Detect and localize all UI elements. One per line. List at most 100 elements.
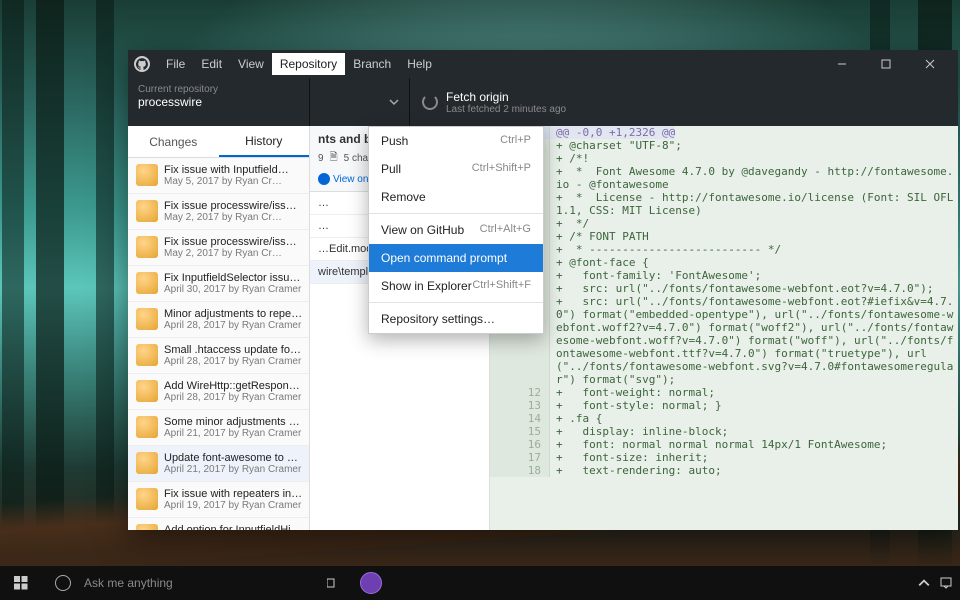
tab-history[interactable]: History <box>219 126 310 157</box>
repo-selector[interactable]: Current repository processwire <box>128 78 310 126</box>
diff-view[interactable]: @@ -0,0 +1,2326 @@1@charset "UTF-8";2/*!… <box>490 126 958 530</box>
repo-selector-label: Current repository <box>138 84 299 95</box>
diff-line: 13 font-style: normal; } <box>490 399 958 412</box>
commit-row[interactable]: Update font-awesome to 4.7 per pr…April … <box>128 446 309 482</box>
menu-item-repository-settings-[interactable]: Repository settings… <box>369 305 543 333</box>
left-column: Changes History Fix issue with Inputfiel… <box>128 126 310 530</box>
menu-item-label: Pull <box>381 162 401 176</box>
commit-meta: April 28, 2017 by Ryan Cramer <box>164 356 304 367</box>
taskbar-apps <box>356 569 386 597</box>
menu-item-view-on-github[interactable]: View on GitHub Ctrl+Alt+G <box>369 216 543 244</box>
menu-edit[interactable]: Edit <box>193 53 230 75</box>
toolbar: Current repository processwire Fetch ori… <box>128 78 958 126</box>
avatar <box>136 308 158 330</box>
cortana-button[interactable] <box>42 566 84 600</box>
diff-line: 4 * License - http://fontawesome.io/lice… <box>490 191 958 217</box>
menu-item-label: Repository settings… <box>381 312 495 326</box>
diff-line: 9 font-family: 'FontAwesome'; <box>490 269 958 282</box>
commit-row[interactable]: Add WireHttp::getResponseHeader…April 28… <box>128 374 309 410</box>
menu-branch[interactable]: Branch <box>345 53 399 75</box>
commit-title: Fix issue processwire/iss… <box>164 200 297 212</box>
taskbar-app-github-desktop[interactable] <box>357 569 385 597</box>
menu-help[interactable]: Help <box>399 53 440 75</box>
start-button[interactable] <box>0 566 42 600</box>
menu-item-show-in-explorer[interactable]: Show in ExplorerCtrl+Shift+F <box>369 272 543 300</box>
tabs: Changes History <box>128 126 309 158</box>
menu-item-label: Show in Explorer <box>381 279 472 293</box>
commit-row[interactable]: Fix issue processwire/iss…May 2, 2017 by… <box>128 230 309 266</box>
menu-repository[interactable]: Repository <box>272 53 345 75</box>
commit-row[interactable]: Small .htaccess update for HTTPS re…Apri… <box>128 338 309 374</box>
maximize-button[interactable] <box>864 50 908 78</box>
commit-sha-fragment: 9 <box>318 153 324 164</box>
diff-line: 18 text-rendering: auto; <box>490 464 958 477</box>
menu-item-push[interactable]: Push Ctrl+P <box>369 127 543 155</box>
diff-line: 7 * -------------------------- */ <box>490 243 958 256</box>
avatar <box>136 272 158 294</box>
menu-item-pull[interactable]: PullCtrl+Shift+P <box>369 155 543 183</box>
window-controls <box>820 50 952 78</box>
cortana-icon <box>55 575 71 591</box>
menu-item-open-command-prompt[interactable]: Open command prompt <box>369 244 543 272</box>
menu-item-label: View on GitHub <box>381 223 464 237</box>
commit-title: Add option for InputfieldHidden to … <box>164 524 304 530</box>
menu-view[interactable]: View <box>230 53 272 75</box>
diff-line: 6/* FONT PATH <box>490 230 958 243</box>
menu-item-remove[interactable]: Remove <box>369 183 543 211</box>
titlebar[interactable]: FileEditViewRepositoryBranchHelp <box>128 50 958 78</box>
tray-chevron-icon[interactable] <box>918 577 930 589</box>
diff-line: 14.fa { <box>490 412 958 425</box>
windows-icon <box>14 576 28 590</box>
commit-title: Fix InputfieldSelector issue identifie… <box>164 272 304 284</box>
diff-line: 8@font-face { <box>490 256 958 269</box>
commit-title: Small .htaccess update for HTTPS re… <box>164 344 304 356</box>
sync-icon <box>422 94 438 110</box>
diff-line: 16 font: normal normal normal 14px/1 Fon… <box>490 438 958 451</box>
menubar: FileEditViewRepositoryBranchHelp <box>158 53 440 75</box>
commit-row[interactable]: Some minor adjustments and bump…April 21… <box>128 410 309 446</box>
taskbar-search[interactable]: Ask me anything <box>84 566 314 600</box>
menu-item-shortcut: Ctrl+P <box>500 134 531 148</box>
commit-row[interactable]: Fix issue with Inputfield…May 5, 2017 by… <box>128 158 309 194</box>
commit-row[interactable]: Fix InputfieldSelector issue identifie…A… <box>128 266 309 302</box>
taskbar-search-placeholder: Ask me anything <box>84 576 173 590</box>
avatar <box>136 488 158 510</box>
github-logo-icon <box>134 56 150 72</box>
diff-line: 1@charset "UTF-8"; <box>490 139 958 152</box>
repository-menu: Push Ctrl+P PullCtrl+Shift+PRemove View on … <box>368 126 544 334</box>
avatar <box>136 236 158 258</box>
avatar <box>136 380 158 402</box>
menu-item-shortcut: Ctrl+Shift+F <box>472 279 531 293</box>
commit-list[interactable]: Fix issue with Inputfield…May 5, 2017 by… <box>128 158 309 530</box>
diff-line: 5 */ <box>490 217 958 230</box>
commit-row[interactable]: Add option for InputfieldHidden to …Apri… <box>128 518 309 530</box>
task-view-icon <box>327 577 343 589</box>
commit-title: Fix issue with Inputfield… <box>164 164 289 176</box>
menu-item-shortcut: Ctrl+Alt+G <box>480 223 531 237</box>
commit-row[interactable]: Minor adjustments to repeater and …April… <box>128 302 309 338</box>
commit-row[interactable]: Fix issue with repeaters in renderVa…Apr… <box>128 482 309 518</box>
diff-line: 12 font-weight: normal; <box>490 386 958 399</box>
branch-selector[interactable] <box>310 78 410 126</box>
commit-title: Add WireHttp::getResponseHeader… <box>164 380 304 392</box>
commit-meta: April 28, 2017 by Ryan Cramer <box>164 320 304 331</box>
close-button[interactable] <box>908 50 952 78</box>
commit-meta: April 21, 2017 by Ryan Cramer <box>164 428 304 439</box>
system-tray[interactable] <box>918 577 960 589</box>
fetch-origin-button[interactable]: Fetch origin Last fetched 2 minutes ago <box>410 78 958 126</box>
commit-row[interactable]: Fix issue processwire/iss…May 2, 2017 by… <box>128 194 309 230</box>
task-view-button[interactable] <box>314 566 356 600</box>
minimize-button[interactable] <box>820 50 864 78</box>
app-icon <box>360 572 382 594</box>
commit-meta: May 2, 2017 by Ryan Cr… <box>164 248 297 259</box>
github-desktop-window: FileEditViewRepositoryBranchHelp Current… <box>128 50 958 530</box>
taskbar[interactable]: Ask me anything <box>0 566 960 600</box>
diff-line: 2/*! <box>490 152 958 165</box>
tab-changes[interactable]: Changes <box>128 126 219 157</box>
avatar <box>136 524 158 530</box>
chevron-down-icon <box>389 97 399 107</box>
notifications-icon[interactable] <box>940 577 952 589</box>
menu-item-label: Push <box>381 134 408 148</box>
commit-meta: April 28, 2017 by Ryan Cramer <box>164 392 304 403</box>
menu-file[interactable]: File <box>158 53 193 75</box>
